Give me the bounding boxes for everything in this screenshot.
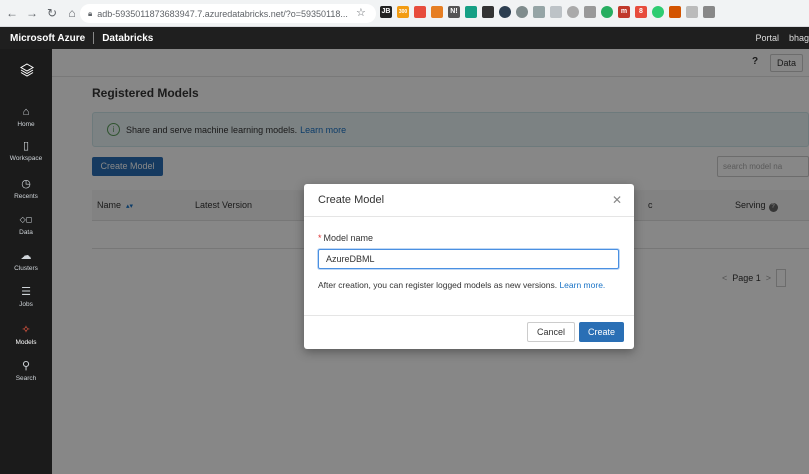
sidebar-item-label: Data (19, 229, 33, 236)
extension-jb-icon[interactable]: JB (380, 6, 392, 18)
user-name[interactable]: bhag (789, 33, 809, 43)
clusters-icon: ☁ (20, 250, 32, 262)
extension-grey-icon[interactable] (516, 6, 528, 18)
sidebar-item-jobs[interactable]: ☰ Jobs (0, 285, 52, 308)
extension-fox-icon[interactable] (669, 6, 681, 18)
browser-toolbar: ← → ↻ ⌂ 🔒︎ adb-5935011873683947.7.azured… (0, 0, 809, 27)
sidebar-item-label: Recents (14, 193, 38, 200)
databricks-logo-icon[interactable] (20, 63, 34, 77)
azure-header-right: Portal bhag (755, 27, 809, 49)
extension-n-icon[interactable]: N! (448, 6, 460, 18)
lock-icon: 🔒︎ (88, 8, 93, 18)
extension-circle-icon[interactable] (499, 6, 511, 18)
jobs-icon: ☰ (21, 286, 31, 298)
sidebar: ⌂ Home ▯ Workspace ◷ Recents ◇◻ Data ☁ C… (0, 49, 52, 474)
dialog-header: Create Model ✕ (304, 184, 634, 217)
sidebar-item-clusters[interactable]: ☁ Clusters (0, 249, 52, 272)
extension-flame-icon[interactable] (431, 6, 443, 18)
helper-text-body: After creation, you can register logged … (318, 280, 558, 290)
extension-green-icon[interactable] (601, 6, 613, 18)
sidebar-item-label: Jobs (19, 301, 33, 308)
create-button[interactable]: Create (579, 322, 624, 342)
address-bar[interactable]: 🔒︎ adb-5935011873683947.7.azuredatabrick… (80, 4, 376, 23)
model-name-label-text: Model name (323, 233, 374, 243)
back-icon[interactable]: ← (4, 5, 20, 21)
close-icon[interactable]: ✕ (612, 193, 622, 207)
extension-teal-icon[interactable] (465, 6, 477, 18)
extensions-row: JB 300 N! m 8 (380, 6, 715, 18)
sidebar-item-label: Workspace (9, 155, 43, 162)
create-model-dialog: Create Model ✕ *Model name After creatio… (304, 184, 634, 349)
sidebar-item-search[interactable]: ⚲ Search (0, 359, 52, 382)
clock-icon: ◷ (21, 178, 31, 190)
extension-box-icon[interactable] (550, 6, 562, 18)
extension-300-icon[interactable]: 300 (397, 6, 409, 18)
databricks-product[interactable]: Databricks (102, 33, 153, 44)
reload-icon[interactable]: ↻ (44, 5, 60, 21)
cancel-button[interactable]: Cancel (527, 322, 575, 342)
extension-m-icon[interactable]: m (618, 6, 630, 18)
dialog-title: Create Model (318, 194, 385, 206)
search-icon: ⚲ (21, 360, 31, 372)
model-name-label: * Model name (318, 233, 373, 243)
sidebar-item-recents[interactable]: ◷ Recents (0, 177, 52, 200)
bookmark-star-icon[interactable]: ☆ (356, 6, 366, 19)
home-icon: ⌂ (22, 106, 30, 118)
sidebar-item-label: Search (15, 375, 37, 382)
home-browser-icon[interactable]: ⌂ (64, 5, 80, 21)
extension-dot-icon[interactable] (567, 6, 579, 18)
portal-link[interactable]: Portal (755, 33, 779, 43)
sidebar-item-label: Home (17, 121, 35, 128)
sidebar-item-workspace[interactable]: ▯ Workspace (0, 139, 52, 162)
helper-learn-more-link[interactable]: Learn more. (559, 280, 605, 290)
extension-profile-icon[interactable] (652, 6, 664, 18)
helper-text: After creation, you can register logged … (318, 280, 605, 290)
sidebar-item-data[interactable]: ◇◻ Data (0, 213, 52, 236)
data-icon: ◇◻ (19, 215, 33, 224)
header-divider (93, 32, 95, 44)
azure-brand[interactable]: Microsoft Azure (10, 33, 85, 44)
azure-header: Microsoft Azure Databricks Portal bhag (0, 27, 809, 49)
sidebar-item-label: Models (15, 339, 37, 346)
extension-red-icon[interactable] (414, 6, 426, 18)
sidebar-item-home[interactable]: ⌂ Home (0, 105, 52, 128)
extension-shield-icon[interactable] (584, 6, 596, 18)
extension-tree-icon[interactable] (533, 6, 545, 18)
sidebar-item-label: Clusters (14, 265, 38, 272)
forward-icon[interactable]: → (24, 5, 40, 21)
models-icon: ✧ (21, 324, 31, 336)
url-text: adb-5935011873683947.7.azuredatabricks.n… (97, 8, 348, 19)
extension-audio-icon[interactable] (482, 6, 494, 18)
extension-puzzle-icon[interactable] (686, 6, 698, 18)
extension-8-icon[interactable]: 8 (635, 6, 647, 18)
extension-more-icon[interactable] (703, 6, 715, 18)
required-asterisk: * (318, 233, 322, 243)
workspace-icon: ▯ (22, 140, 30, 152)
sidebar-item-models[interactable]: ✧ Models (0, 323, 52, 346)
model-name-input[interactable] (318, 249, 619, 269)
